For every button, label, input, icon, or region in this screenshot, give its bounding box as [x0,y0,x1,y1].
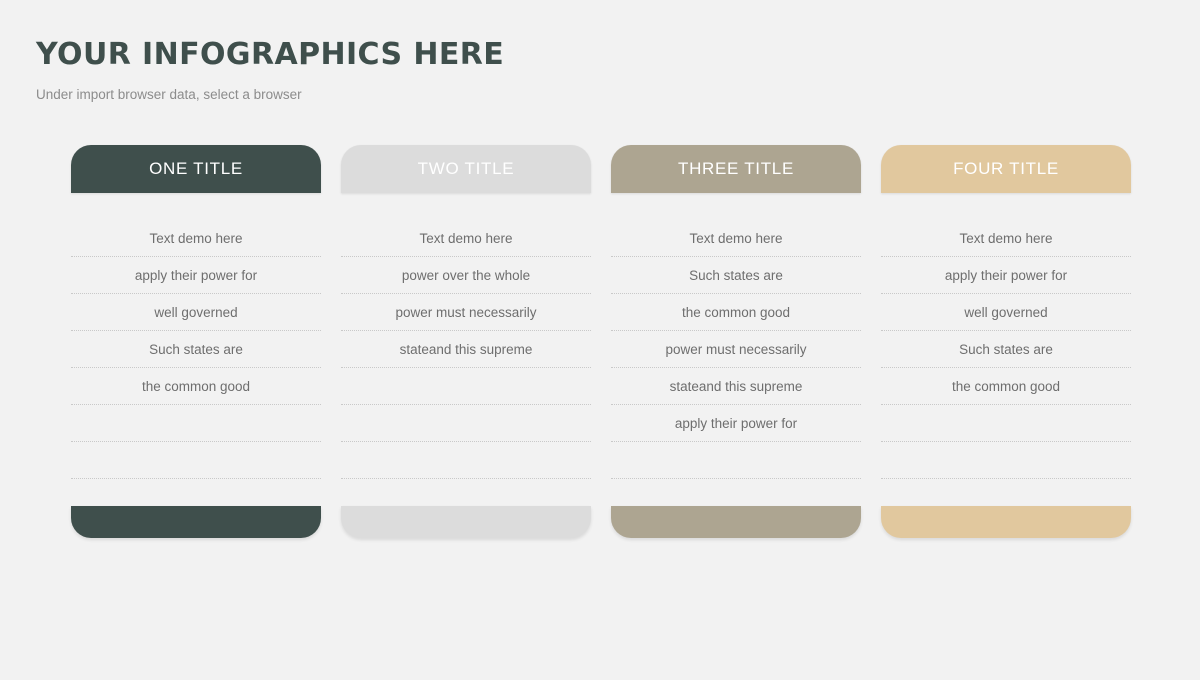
text-row[interactable]: Text demo here [611,220,861,257]
text-row[interactable]: well governed [881,294,1131,331]
text-row[interactable]: Text demo here [71,220,321,257]
column-one-title: ONE TITLE Text demo here apply their power… [71,145,321,538]
column-title: TWO TITLE [417,159,515,178]
column-two-title: TWO TITLE Text demo here power over the wh… [341,145,591,538]
text-row[interactable]: power over the whole [341,257,591,294]
text-row[interactable]: power must necessarily [611,331,861,368]
text-row[interactable]: the common good [881,368,1131,405]
empty-row[interactable] [341,442,591,479]
column-header-one-title[interactable]: ONE TITLE [71,145,321,193]
column-title: ONE TITLE [149,159,243,178]
column-header-two-title[interactable]: TWO TITLE [341,145,591,193]
row-label: apply their power for [674,415,798,431]
text-row[interactable]: power must necessarily [341,294,591,331]
column-footer-one-title [71,506,321,538]
empty-row[interactable] [341,368,591,405]
column-row-list: Text demo here apply their power for well … [881,220,1131,479]
row-label: well governed [964,304,1048,320]
column-header-four-title[interactable]: FOUR TITLE [881,145,1131,193]
column-footer-three-title [611,506,861,538]
text-row[interactable]: well governed [71,294,321,331]
column-row-list: Text demo here Such states are the common … [611,220,861,479]
row-label: Text demo here [419,230,513,246]
text-row[interactable]: Such states are [881,331,1131,368]
row-label: Text demo here [689,230,783,246]
column-header-three-title[interactable]: THREE TITLE [611,145,861,193]
infographic-columns: ONE TITLE Text demo here apply their power… [71,145,1131,538]
empty-row[interactable] [71,442,321,479]
text-row[interactable]: Such states are [611,257,861,294]
row-label: the common good [141,378,251,394]
text-row[interactable]: apply their power for [611,405,861,442]
empty-row[interactable] [881,442,1131,479]
text-row[interactable]: the common good [611,294,861,331]
row-label: well governed [154,304,238,320]
column-three-title: THREE TITLE Text demo here Such states are… [611,145,861,538]
row-label: the common good [681,304,791,320]
column-row-list: Text demo here power over the whole power … [341,220,591,479]
page-subtitle: Under import browser data, select a brow… [36,87,302,102]
row-label: power over the whole [401,267,531,283]
row-label: stateand this supreme [399,341,533,357]
text-row[interactable]: apply their power for [881,257,1131,294]
text-row[interactable]: apply their power for [71,257,321,294]
empty-row[interactable] [881,405,1131,442]
row-label: Such states are [689,267,783,283]
text-row[interactable]: the common good [71,368,321,405]
row-label: power must necessarily [395,304,537,320]
row-label: stateand this supreme [669,378,803,394]
row-label: apply their power for [134,267,258,283]
row-label: Such states are [149,341,243,357]
column-footer-four-title [881,506,1131,538]
text-row[interactable]: stateand this supreme [341,331,591,368]
page-title: YOUR INFOGRAPHICS HERE [36,37,505,72]
row-label: Text demo here [959,230,1053,246]
row-label: apply their power for [944,267,1068,283]
row-label: Such states are [959,341,1053,357]
empty-row[interactable] [71,405,321,442]
text-row[interactable]: stateand this supreme [611,368,861,405]
row-label: power must necessarily [665,341,807,357]
column-footer-two-title [341,506,591,538]
text-row[interactable]: Such states are [71,331,321,368]
column-row-list: Text demo here apply their power for well … [71,220,321,479]
text-row[interactable]: Text demo here [341,220,591,257]
empty-row[interactable] [611,442,861,479]
text-row[interactable]: Text demo here [881,220,1131,257]
row-label: the common good [951,378,1061,394]
column-title: FOUR TITLE [953,159,1059,178]
empty-row[interactable] [341,405,591,442]
row-label: Text demo here [149,230,243,246]
page-header: YOUR INFOGRAPHICS HERE Under import brow… [36,38,736,103]
column-title: THREE TITLE [677,159,795,178]
column-four-title: FOUR TITLE Text demo here apply their powe… [881,145,1131,538]
